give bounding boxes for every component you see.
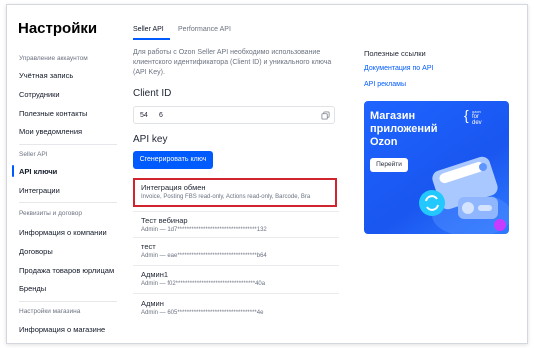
tab-active-underline xyxy=(133,38,170,40)
settings-window: Настройки Управление аккаунтом Учётная з… xyxy=(6,4,528,344)
sidebar-item-account[interactable]: Учётная запись xyxy=(19,71,73,80)
tab-seller-api[interactable]: Seller API xyxy=(133,26,164,33)
sidebar-item-notifications[interactable]: Мои уведомления xyxy=(19,127,82,136)
sidebar-divider xyxy=(19,202,117,203)
sidebar: Настройки Управление аккаунтом Учётная з… xyxy=(7,5,127,343)
tab-performance-api[interactable]: Performance API xyxy=(178,26,231,33)
api-key-details: Admin — 1d7*****************************… xyxy=(141,227,267,233)
api-key-item[interactable]: Интеграция обмен Invoice, Posting FBS re… xyxy=(141,183,310,200)
client-id-heading: Client ID xyxy=(133,88,172,99)
sidebar-item-employees[interactable]: Сотрудники xyxy=(19,90,60,99)
link-api-docs[interactable]: Документация по API xyxy=(364,65,433,72)
generate-key-button[interactable]: Сгенерировать ключ xyxy=(133,151,213,169)
client-id-field[interactable]: 54 6 xyxy=(133,106,335,124)
sidebar-item-contacts[interactable]: Полезные контакты xyxy=(19,109,87,118)
list-divider xyxy=(133,265,339,266)
api-key-item[interactable]: Тест вебинар Admin — 1d7****************… xyxy=(141,216,267,233)
api-description: Для работы с Ozon Seller API необходимо … xyxy=(133,49,332,76)
list-divider xyxy=(133,293,339,294)
sidebar-item-store-info[interactable]: Информация о магазине xyxy=(19,325,105,334)
sidebar-divider xyxy=(19,144,117,145)
banner-title: Магазин приложений Ozon xyxy=(370,110,438,148)
api-key-name: тест xyxy=(141,242,156,251)
sidebar-item-b2b-sales[interactable]: Продажа товаров юрлицам xyxy=(19,266,114,275)
api-key-item[interactable]: Админ1 Admin — f02**********************… xyxy=(141,270,265,287)
api-key-details: Admin — eae*****************************… xyxy=(141,253,267,259)
logo-text-bottom: for dev xyxy=(472,114,482,126)
client-id-value-part: 6 xyxy=(159,112,163,119)
page-title: Настройки xyxy=(18,20,98,37)
api-key-name: Интеграция обмен xyxy=(141,183,206,192)
sidebar-section-requisites: Реквизиты и договор xyxy=(19,210,82,217)
api-key-name: Админ1 xyxy=(141,270,169,279)
api-key-name: Тест вебинар xyxy=(141,216,188,225)
api-key-details: Admin — 605*****************************… xyxy=(141,310,264,316)
sidebar-section-store: Настройки магазина xyxy=(19,308,81,315)
api-key-details: Admin — f02*****************************… xyxy=(141,281,266,287)
sidebar-item-contracts[interactable]: Договоры xyxy=(19,247,53,256)
client-id-value-part: 54 xyxy=(140,112,148,119)
link-ads-api[interactable]: API рекламы xyxy=(364,81,406,88)
app-store-illustration xyxy=(419,156,509,234)
api-key-details: Invoice, Posting FBS read-only, Actions … xyxy=(141,194,311,200)
copy-icon[interactable] xyxy=(321,111,330,120)
app-store-banner[interactable]: Магазин приложений Ozon { ozon for dev П… xyxy=(364,101,509,234)
sidebar-divider xyxy=(19,301,117,302)
banner-go-button[interactable]: Перейти xyxy=(370,158,408,172)
api-key-item[interactable]: Админ Admin — 605***********************… xyxy=(141,299,263,316)
useful-links-title: Полезные ссылки xyxy=(364,49,426,58)
sidebar-item-company-info[interactable]: Информация о компании xyxy=(19,228,107,237)
brace-icon: { xyxy=(464,107,469,123)
api-key-name: Админ xyxy=(141,299,164,308)
sidebar-section-seller-api: Seller API xyxy=(19,151,48,158)
list-divider xyxy=(133,237,339,238)
api-key-heading: API key xyxy=(133,134,168,145)
sidebar-item-brands[interactable]: Бренды xyxy=(19,284,46,293)
api-key-item[interactable]: тест Admin — eae************************… xyxy=(141,242,267,259)
active-indicator xyxy=(12,165,14,177)
sidebar-item-integrations[interactable]: Интеграции xyxy=(19,186,60,195)
list-divider xyxy=(133,211,339,212)
sidebar-item-api-keys[interactable]: API ключи xyxy=(19,167,57,176)
sidebar-section-account: Управление аккаунтом xyxy=(19,55,88,62)
